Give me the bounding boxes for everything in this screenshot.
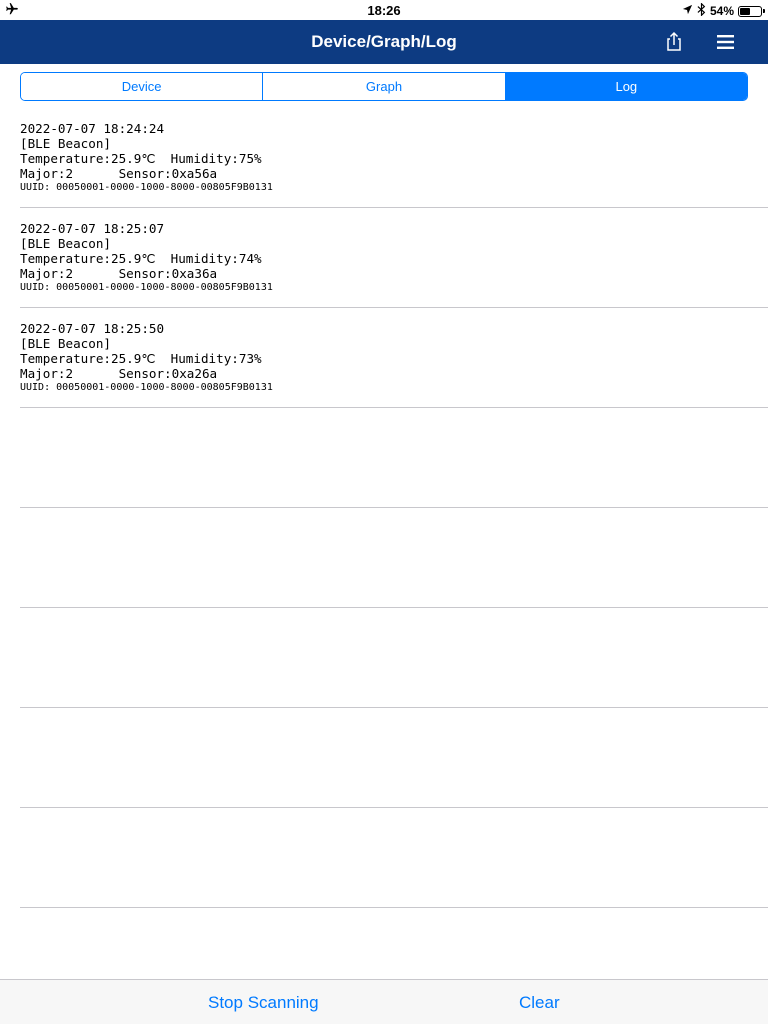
stop-scanning-button[interactable]: Stop Scanning [208, 993, 319, 1013]
log-readings: Temperature:25.9℃ Humidity:74% [20, 251, 262, 266]
log-type: [BLE Beacon] [20, 136, 111, 151]
share-icon[interactable] [662, 30, 686, 54]
clear-button[interactable]: Clear [519, 993, 560, 1013]
log-entry: 2022-07-07 18:24:24 [BLE Beacon] Temperatu… [20, 108, 768, 208]
battery-percent: 54% [709, 4, 734, 18]
log-ids: Major:2 Sensor:0xa26a [20, 366, 218, 381]
log-timestamp: 2022-07-07 18:25:50 [20, 321, 165, 336]
log-entry: 2022-07-07 18:25:50 [BLE Beacon] Temperatu… [20, 308, 768, 408]
view-segmented-control: Device Graph Log [20, 72, 748, 101]
log-type: [BLE Beacon] [20, 336, 111, 351]
page-title: Device/Graph/Log [311, 32, 457, 51]
empty-log-row [20, 708, 768, 808]
empty-log-row [20, 808, 768, 908]
status-time: 18:26 [367, 3, 401, 18]
log-entry-text: 2022-07-07 18:25:07 [BLE Beacon] Temperatu… [20, 221, 273, 294]
empty-log-row [20, 608, 768, 708]
segment-graph[interactable]: Graph [262, 73, 505, 100]
log-entry-text: 2022-07-07 18:24:24 [BLE Beacon] Temperatu… [20, 121, 273, 194]
empty-log-row [20, 408, 768, 508]
segment-device[interactable]: Device [21, 73, 263, 100]
log-entry: 2022-07-07 18:25:07 [BLE Beacon] Temperatu… [20, 208, 768, 308]
log-ids: Major:2 Sensor:0xa56a [20, 166, 218, 181]
empty-log-row [20, 508, 768, 608]
log-uuid: UUID: 00050001-0000-1000-8000-00805F9B01… [20, 382, 273, 393]
bluetooth-icon [697, 2, 706, 19]
log-type: [BLE Beacon] [20, 236, 111, 251]
log-list[interactable]: 2022-07-07 18:24:24 [BLE Beacon] Temperatu… [0, 108, 768, 908]
bottom-toolbar: Stop Scanning Clear [0, 979, 768, 1024]
battery-level [740, 7, 750, 15]
navigation-bar: Device/Graph/Log [0, 20, 768, 64]
log-uuid: UUID: 00050001-0000-1000-8000-00805F9B01… [20, 182, 273, 193]
log-ids: Major:2 Sensor:0xa36a [20, 266, 218, 281]
log-entry-text: 2022-07-07 18:25:50 [BLE Beacon] Temperatu… [20, 321, 273, 394]
log-readings: Temperature:25.9℃ Humidity:75% [20, 151, 262, 166]
log-readings: Temperature:25.9℃ Humidity:73% [20, 351, 262, 366]
segment-log[interactable]: Log [504, 73, 747, 100]
status-bar: 18:26 54% [0, 0, 768, 20]
status-indicators: 54% [682, 2, 765, 19]
location-arrow-icon [682, 4, 693, 18]
hamburger-menu-icon[interactable] [714, 30, 738, 54]
log-timestamp: 2022-07-07 18:25:07 [20, 221, 165, 236]
battery-icon [738, 5, 765, 17]
log-timestamp: 2022-07-07 18:24:24 [20, 121, 165, 136]
log-uuid: UUID: 00050001-0000-1000-8000-00805F9B01… [20, 282, 273, 293]
